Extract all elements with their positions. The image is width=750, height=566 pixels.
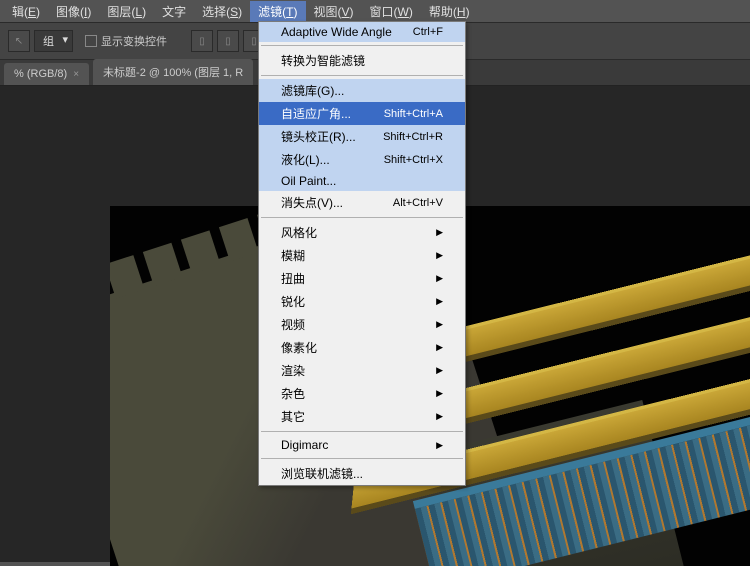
menu-item[interactable]: 视频 ▶ (259, 313, 465, 336)
menu-separator (261, 45, 463, 46)
menu-filter[interactable]: 滤镜(T) (250, 1, 305, 22)
menu-item-label: 模糊 (281, 247, 305, 264)
menu-item[interactable]: 模糊 ▶ (259, 244, 465, 267)
menu-item-label: 浏览联机滤镜... (281, 465, 363, 482)
submenu-arrow-icon: ▶ (436, 227, 443, 238)
menu-item[interactable]: 扭曲 ▶ (259, 267, 465, 290)
menubar: 辑(E) 图像(I) 图层(L) 文字 选择(S) 滤镜(T) 视图(V) 窗口… (0, 0, 750, 22)
menu-item-shortcut: Alt+Ctrl+V (393, 197, 443, 209)
document-tab[interactable]: 未标题-2 @ 100% (图层 1, R (93, 59, 253, 85)
document-tab-label: 未标题-2 @ 100% (图层 1, R (103, 64, 243, 80)
menu-select[interactable]: 选择(S) (194, 1, 250, 22)
menu-separator (261, 458, 463, 459)
menu-separator (261, 431, 463, 432)
menu-item[interactable]: Oil Paint... (259, 171, 465, 191)
menu-item-label: 滤镜库(G)... (281, 82, 344, 99)
move-tool-icon[interactable]: ↖ (8, 30, 30, 52)
menu-item-label: 像素化 (281, 339, 317, 356)
show-transform-checkbox[interactable] (85, 35, 97, 47)
submenu-arrow-icon: ▶ (436, 342, 443, 353)
align-left-icon[interactable]: ▯ (191, 30, 213, 52)
menu-item-label: 风格化 (281, 224, 317, 241)
close-icon[interactable]: × (73, 69, 79, 80)
submenu-arrow-icon: ▶ (436, 365, 443, 376)
menu-item[interactable]: 浏览联机滤镜... (259, 462, 465, 485)
menu-separator (261, 75, 463, 76)
group-select[interactable]: 组 (34, 30, 73, 52)
menu-item[interactable]: 锐化 ▶ (259, 290, 465, 313)
menu-type[interactable]: 文字 (154, 1, 194, 22)
menu-item[interactable]: 自适应广角... Shift+Ctrl+A (259, 102, 465, 125)
submenu-arrow-icon: ▶ (436, 388, 443, 399)
menu-item-label: 液化(L)... (281, 151, 330, 168)
menu-item-label: 镜头校正(R)... (281, 128, 356, 145)
menu-item-shortcut: Shift+Ctrl+R (383, 131, 443, 143)
menu-item[interactable]: 液化(L)... Shift+Ctrl+X (259, 148, 465, 171)
menu-item[interactable]: 消失点(V)... Alt+Ctrl+V (259, 191, 465, 214)
menu-item[interactable]: Digimarc ▶ (259, 435, 465, 455)
menu-item[interactable]: Adaptive Wide Angle Ctrl+F (259, 22, 465, 42)
submenu-arrow-icon: ▶ (436, 319, 443, 330)
menu-window[interactable]: 窗口(W) (362, 1, 421, 22)
menu-item-label: 转换为智能滤镜 (281, 52, 365, 69)
menu-item[interactable]: 滤镜库(G)... (259, 79, 465, 102)
filter-dropdown: Adaptive Wide Angle Ctrl+F 转换为智能滤镜滤镜库(G)..… (258, 21, 466, 486)
menu-item-shortcut: Shift+Ctrl+X (384, 154, 443, 166)
menu-layer[interactable]: 图层(L) (99, 1, 154, 22)
menu-item[interactable]: 渲染 ▶ (259, 359, 465, 382)
menu-item-label: 消失点(V)... (281, 194, 343, 211)
menu-edit[interactable]: 辑(E) (4, 1, 48, 22)
submenu-arrow-icon: ▶ (436, 273, 443, 284)
menu-help[interactable]: 帮助(H) (421, 1, 478, 22)
submenu-arrow-icon: ▶ (436, 411, 443, 422)
submenu-arrow-icon: ▶ (436, 440, 443, 451)
menu-item-label: Oil Paint... (281, 174, 336, 188)
menu-item[interactable]: 杂色 ▶ (259, 382, 465, 405)
menu-view[interactable]: 视图(V) (306, 1, 362, 22)
menu-item[interactable]: 镜头校正(R)... Shift+Ctrl+R (259, 125, 465, 148)
menu-item-shortcut: Shift+Ctrl+A (384, 108, 443, 120)
document-tab[interactable]: % (RGB/8) × (4, 63, 89, 85)
menu-item-label: 锐化 (281, 293, 305, 310)
menu-item-label: 自适应广角... (281, 105, 351, 122)
menu-item[interactable]: 其它 ▶ (259, 405, 465, 428)
menu-item-label: 视频 (281, 316, 305, 333)
menu-item-label: 其它 (281, 408, 305, 425)
menu-item-label: Digimarc (281, 438, 328, 452)
submenu-arrow-icon: ▶ (436, 250, 443, 261)
menu-item[interactable]: 风格化 ▶ (259, 221, 465, 244)
align-center-icon[interactable]: ▯ (217, 30, 239, 52)
menu-item[interactable]: 转换为智能滤镜 (259, 49, 465, 72)
menu-item-label: 杂色 (281, 385, 305, 402)
menu-item-label: Adaptive Wide Angle (281, 25, 392, 39)
menu-item-shortcut: Ctrl+F (413, 26, 443, 38)
document-tab-label: % (RGB/8) (14, 68, 67, 80)
submenu-arrow-icon: ▶ (436, 296, 443, 307)
menu-item-label: 渲染 (281, 362, 305, 379)
menu-item-label: 扭曲 (281, 270, 305, 287)
menu-separator (261, 217, 463, 218)
show-transform-label: 显示变换控件 (101, 33, 167, 49)
menu-item[interactable]: 像素化 ▶ (259, 336, 465, 359)
menu-image[interactable]: 图像(I) (48, 1, 99, 22)
